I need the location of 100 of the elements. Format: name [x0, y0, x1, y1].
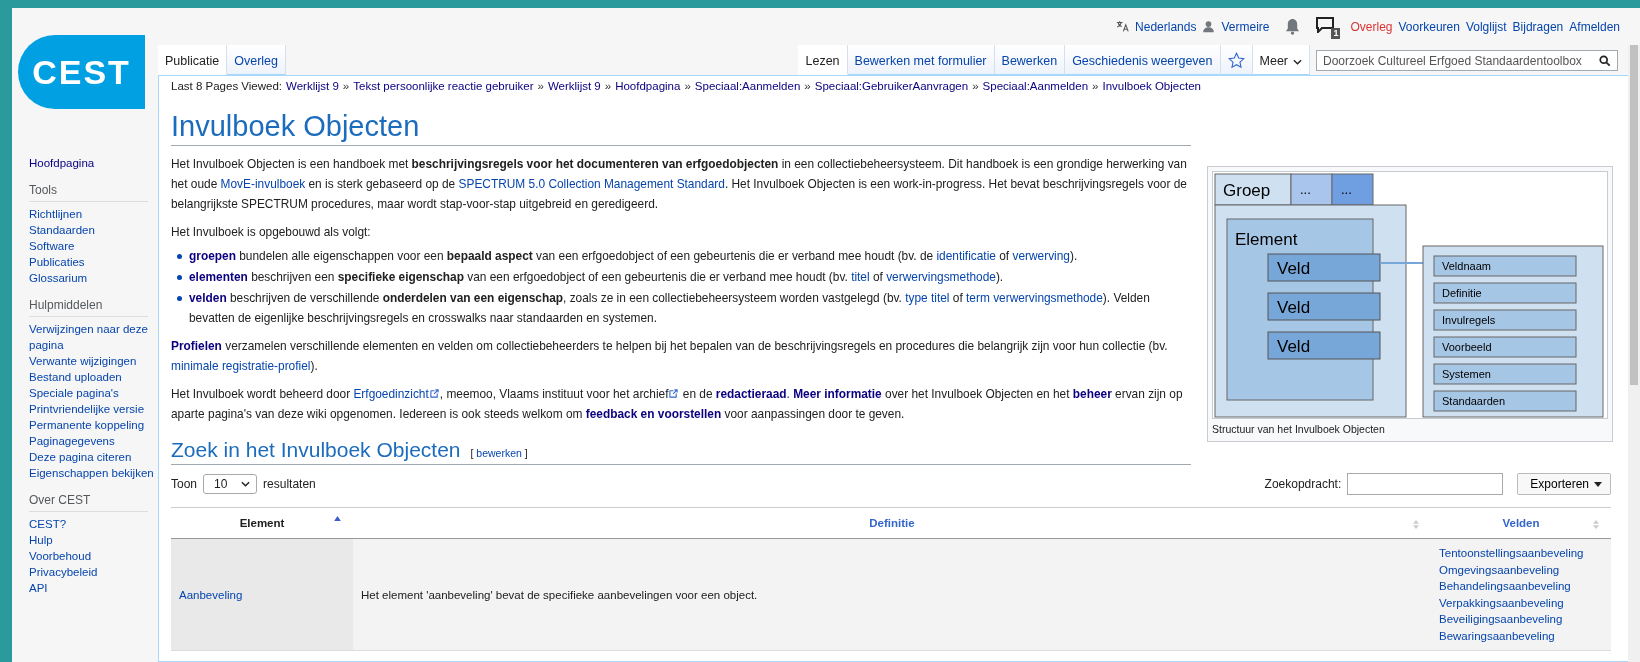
user-link[interactable]: Vermeire	[1221, 19, 1270, 34]
external-link[interactable]: Erfgoedinzicht	[353, 387, 429, 401]
breadcrumb-link[interactable]: Speciaal:GebruikerAanvragen	[814, 80, 969, 92]
edit-link[interactable]: bewerken	[476, 447, 522, 459]
field-link[interactable]: Verpakkingsaanbeveling	[1439, 594, 1603, 611]
field-link[interactable]: Beveiligingsaanbeveling	[1439, 611, 1603, 628]
show-label: Toon	[171, 477, 198, 491]
view-tab[interactable]: Bewerken met formulier	[847, 45, 995, 75]
text-link[interactable]: redactieraad	[715, 387, 787, 401]
text-link[interactable]: Profielen	[171, 339, 222, 353]
page-size-dropdown[interactable]: 10	[203, 474, 258, 494]
sidebar-link[interactable]: Voorbehoud	[29, 548, 156, 564]
breadcrumb-separator: »	[1092, 80, 1099, 92]
user-menu-link[interactable]: Overleg	[1350, 19, 1393, 34]
view-tab[interactable]: Bewerken	[994, 45, 1066, 75]
sidebar-link[interactable]: Deze pagina citeren	[29, 449, 156, 465]
list-item: groepen bundelen alle eigenschappen voor een bepaald aspect van een erfgoedobject of een gebeurtenis die er verband mee houdt (bv. de identificatie of verwerving).	[189, 248, 1079, 265]
sidebar-link[interactable]: Printvriendelijke versie	[29, 401, 156, 417]
text-link[interactable]: titel	[851, 270, 870, 284]
user-menu-link[interactable]: Voorkeuren	[1398, 19, 1460, 34]
search-field[interactable]: Doorzoek Cultureel Erfgoed Standaardentoolbox	[1316, 50, 1618, 71]
sidebar-link[interactable]: Privacybeleid	[29, 564, 156, 580]
text-link[interactable]: minimale registratie-profiel	[171, 359, 311, 373]
bell-icon[interactable]	[1285, 18, 1301, 35]
text-link[interactable]: beheer	[1072, 387, 1112, 401]
breadcrumb-link[interactable]: Invulboek Objecten	[1102, 80, 1201, 92]
breadcrumb-separator: »	[972, 80, 979, 92]
bracket: ]	[524, 447, 528, 459]
text-link[interactable]: groepen	[189, 249, 236, 263]
column-header[interactable]: Velden	[1431, 507, 1611, 539]
field-link[interactable]: Omgevingsaanbeveling	[1439, 561, 1603, 578]
user-menu-link[interactable]: Afmelden	[1569, 19, 1620, 34]
sidebar-heading: Over CEST	[29, 493, 148, 512]
export-button[interactable]: Exporteren	[1517, 473, 1611, 495]
sidebar-heading: Hulpmiddelen	[29, 298, 148, 317]
translate-icon	[1116, 20, 1130, 33]
sidebar-link[interactable]: Bestand uploaden	[29, 369, 156, 385]
language-link[interactable]: Nederlands	[1135, 19, 1197, 34]
breadcrumb-link[interactable]: Tekst persoonlijke reactie gebruiker	[353, 80, 534, 92]
view-tab[interactable]: Lezen	[798, 45, 848, 75]
property-box: Definitie	[1433, 282, 1577, 304]
sidebar-link[interactable]: Speciale pagina's	[29, 385, 156, 401]
text-link[interactable]: SPECTRUM 5.0 Collection Management Standard	[458, 177, 725, 191]
sidebar-link[interactable]: Hoofdpagina	[29, 155, 156, 171]
field-link[interactable]: Bewaringsaanbeveling	[1439, 627, 1603, 644]
property-box: Standaarden	[1433, 390, 1577, 412]
sidebar-link[interactable]: Richtlijnen	[29, 206, 156, 222]
field-link[interactable]: Tentoonstellingsaanbeveling	[1439, 545, 1603, 562]
caret-icon	[1594, 481, 1602, 487]
sidebar-link[interactable]: Permanente koppeling	[29, 417, 156, 433]
text-link[interactable]: identificatie	[936, 249, 996, 263]
paragraph: Profielen verzamelen verschillende elementen en velden om collectiebeheerders te helpen bij het bepalen van de beschrijvingsregels en procedures die belangrijk zijn voor hun collectie (bv. minimale registratie-profiel).	[171, 338, 1169, 375]
sidebar-link[interactable]: Software	[29, 238, 156, 254]
more-menu[interactable]: Meer	[1252, 45, 1310, 75]
results-label: resultaten	[263, 477, 316, 491]
sidebar-link[interactable]: Glossarium	[29, 270, 156, 286]
text-link[interactable]: velden	[189, 291, 227, 305]
sidebar-link[interactable]: Eigenschappen bekijken	[29, 465, 156, 481]
caret-icon	[1293, 59, 1302, 65]
sidebar-link[interactable]: Verwante wijzigingen	[29, 353, 156, 369]
connector-line	[1379, 262, 1424, 264]
sidebar-link[interactable]: API	[29, 580, 156, 596]
user-menu-link[interactable]: Volglijst	[1465, 19, 1507, 34]
page-tab[interactable]: Overleg	[227, 45, 286, 75]
sidebar-link[interactable]: CEST?	[29, 516, 156, 532]
text-link[interactable]: MovE-invulboek	[220, 177, 306, 191]
text-link[interactable]: Meer informatie	[793, 387, 882, 401]
text-link[interactable]: verwervingsmethode	[886, 270, 996, 284]
sidebar-link[interactable]: Verwijzingen naar deze pagina	[29, 321, 156, 353]
sidebar-heading: Tools	[29, 183, 148, 202]
sidebar-link[interactable]: Paginagegevens	[29, 433, 156, 449]
breadcrumb-separator: »	[804, 80, 811, 92]
property-box: Systemen	[1433, 363, 1577, 385]
breadcrumb-link[interactable]: Hoofdpagina	[615, 80, 681, 92]
text-link[interactable]: verwerving	[1012, 249, 1070, 263]
view-tab[interactable]: Geschiedenis weergeven	[1065, 45, 1221, 75]
breadcrumb-link[interactable]: Werklijst 9	[547, 80, 601, 92]
user-menu-link[interactable]: Bijdragen	[1512, 19, 1564, 34]
sidebar-link[interactable]: Standaarden	[29, 222, 156, 238]
list-item: elementen beschrijven een specifieke eigenschap van een erfgoedobject of een gebeurtenis die er verband mee houdt (bv. titel of verwervingsmethode).	[189, 269, 1005, 286]
table-search-field[interactable]	[1347, 473, 1504, 495]
breadcrumb-link[interactable]: Speciaal:Aanmelden	[694, 80, 801, 92]
bracket: [	[470, 447, 474, 459]
column-header[interactable]: Element	[171, 507, 353, 539]
text-link[interactable]: type titel	[905, 291, 950, 305]
element-link[interactable]: Aanbeveling	[179, 588, 243, 601]
column-header[interactable]: Definitie	[353, 507, 1431, 539]
page-tab[interactable]: Publicatie	[158, 45, 228, 75]
sidebar-link[interactable]: Publicaties	[29, 254, 156, 270]
text-link[interactable]: feedback en voorstellen	[585, 407, 722, 421]
breadcrumb-label: Last 8 Pages Viewed:	[171, 80, 283, 92]
breadcrumb-link[interactable]: Werklijst 9	[286, 80, 339, 92]
search-icon[interactable]	[1599, 54, 1611, 67]
sidebar-link[interactable]: Hulp	[29, 532, 156, 548]
scrollbar[interactable]	[1628, 45, 1640, 662]
field-box: Veld	[1267, 253, 1381, 282]
text-link[interactable]: term verwervingsmethode	[966, 291, 1103, 305]
breadcrumb-link[interactable]: Speciaal:Aanmelden	[982, 80, 1089, 92]
field-link[interactable]: Behandelingsaanbeveling	[1439, 578, 1603, 595]
text-link[interactable]: elementen	[189, 270, 248, 284]
